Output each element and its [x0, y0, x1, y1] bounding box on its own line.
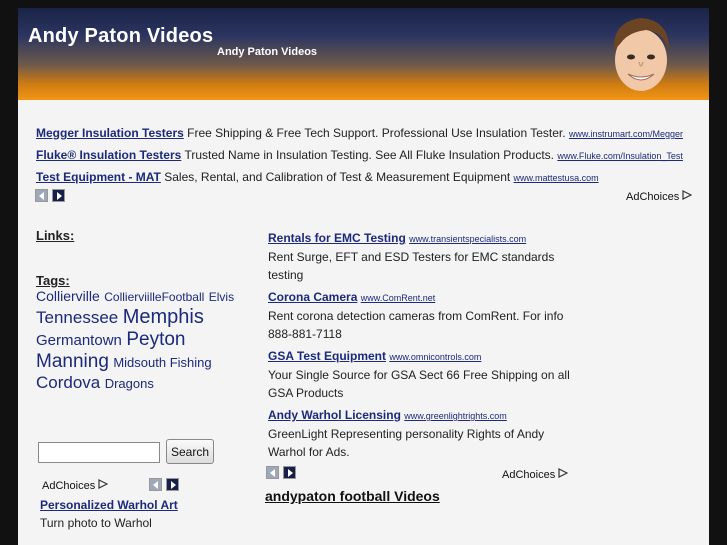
- videos-heading[interactable]: andypaton football Videos: [265, 488, 440, 504]
- sidebar-ad-desc: Turn photo to Warhol: [40, 516, 152, 530]
- main-ad-4-desc: GreenLight Representing personality Righ…: [268, 427, 545, 459]
- adchoices-label: AdChoices: [502, 469, 556, 481]
- content-area: Megger Insulation Testers Free Shipping …: [18, 100, 709, 545]
- top-ad-2-desc: Trusted Name in Insulation Testing. See …: [184, 148, 554, 162]
- top-ad-3-desc: Sales, Rental, and Calibration of Test &…: [164, 170, 511, 184]
- sidebar-ads-next-button[interactable]: [166, 478, 179, 491]
- tag-link[interactable]: Germantown: [36, 332, 122, 349]
- top-ad-2-title[interactable]: Fluke® Insulation Testers: [36, 148, 181, 162]
- search-button[interactable]: Search: [166, 439, 214, 464]
- main-ad-4: Andy Warhol Licensing www.greenlightrigh…: [268, 406, 578, 461]
- sidebar-ads-prev-button[interactable]: [149, 478, 162, 491]
- chevron-right-icon: [170, 480, 176, 489]
- chevron-left-icon: [269, 468, 275, 477]
- top-ad-3-title[interactable]: Test Equipment - MAT: [36, 170, 161, 184]
- chevron-right-icon: [287, 468, 293, 477]
- main-ad-3-url[interactable]: www.omnicontrols.com: [389, 352, 481, 362]
- top-ad-1-title[interactable]: Megger Insulation Testers: [36, 126, 184, 140]
- top-ad-1: Megger Insulation Testers Free Shipping …: [36, 126, 683, 140]
- main-ads-prev-button[interactable]: [266, 466, 279, 479]
- main-ad-4-title[interactable]: Andy Warhol Licensing: [268, 408, 401, 422]
- search-input[interactable]: [38, 442, 160, 463]
- tag-link[interactable]: Memphis: [123, 306, 204, 328]
- avatar: [613, 18, 670, 91]
- tag-link[interactable]: Midsouth Fishing: [113, 355, 211, 370]
- tag-cloud: Collierville CollierviilleFootball Elvis…: [36, 288, 236, 393]
- adchoices-label: AdChoices: [42, 480, 96, 492]
- adchoices-icon: [682, 190, 693, 200]
- tag-link[interactable]: Tennessee: [36, 308, 118, 327]
- main-ad-2-title[interactable]: Corona Camera: [268, 290, 357, 304]
- main-ad-4-url[interactable]: www.greenlightrights.com: [404, 411, 507, 421]
- main-ad-3: GSA Test Equipment www.omnicontrols.com …: [268, 347, 578, 402]
- site-subtitle: Andy Paton Videos: [217, 46, 318, 58]
- top-ads-prev-button[interactable]: [35, 189, 48, 202]
- main-ads-next-button[interactable]: [283, 466, 296, 479]
- top-ads-next-button[interactable]: [52, 189, 65, 202]
- main-ad-1: Rentals for EMC Testing www.transientspe…: [268, 229, 578, 284]
- top-ad-2: Fluke® Insulation Testers Trusted Name i…: [36, 148, 683, 162]
- chevron-right-icon: [56, 191, 62, 200]
- main-adchoices[interactable]: AdChoices: [502, 468, 569, 481]
- links-heading: Links:: [36, 228, 75, 243]
- top-ad-3-url[interactable]: www.mattestusa.com: [514, 173, 599, 183]
- adchoices-label: AdChoices: [626, 191, 680, 203]
- tag-link[interactable]: Collierville: [36, 288, 100, 304]
- sidebar-ad: Personalized Warhol Art Turn photo to Wa…: [40, 496, 190, 532]
- tag-link[interactable]: CollierviilleFootball: [104, 290, 204, 304]
- main-ad-1-title[interactable]: Rentals for EMC Testing: [268, 231, 406, 245]
- chevron-left-icon: [152, 480, 158, 489]
- main-ad-2-desc: Rent corona detection cameras from ComRe…: [268, 309, 564, 341]
- tag-link[interactable]: Cordova: [36, 373, 100, 392]
- top-adchoices[interactable]: AdChoices: [626, 190, 693, 203]
- top-ad-1-url[interactable]: www.instrumart.com/Megger: [569, 129, 683, 139]
- main-ad-2: Corona Camera www.ComRent.net Rent coron…: [268, 288, 578, 343]
- site-title[interactable]: Andy Paton Videos: [28, 25, 213, 48]
- main-ad-3-desc: Your Single Source for GSA Sect 66 Free …: [268, 368, 570, 400]
- top-ad-1-desc: Free Shipping & Free Tech Support. Profe…: [187, 126, 566, 140]
- adchoices-icon: [98, 479, 109, 489]
- sidebar-ad-title[interactable]: Personalized Warhol Art: [40, 498, 178, 512]
- top-ad-2-url[interactable]: www.Fluke.com/Insulation_Test: [557, 151, 683, 161]
- sidebar-adchoices[interactable]: AdChoices: [42, 479, 109, 492]
- main-ad-1-desc: Rent Surge, EFT and ESD Testers for EMC …: [268, 250, 555, 282]
- tag-link[interactable]: Dragons: [105, 376, 154, 391]
- main-ad-2-url[interactable]: www.ComRent.net: [361, 293, 436, 303]
- tags-heading: Tags:: [36, 273, 70, 288]
- page: Andy Paton Videos Andy Paton Videos Megg…: [18, 8, 709, 545]
- site-header: Andy Paton Videos Andy Paton Videos: [18, 8, 709, 100]
- adchoices-icon: [558, 468, 569, 478]
- main-ad-1-url[interactable]: www.transientspecialists.com: [409, 234, 526, 244]
- top-ad-3: Test Equipment - MAT Sales, Rental, and …: [36, 170, 599, 184]
- tag-link[interactable]: Elvis: [209, 290, 234, 304]
- chevron-left-icon: [38, 191, 44, 200]
- main-ad-3-title[interactable]: GSA Test Equipment: [268, 349, 386, 363]
